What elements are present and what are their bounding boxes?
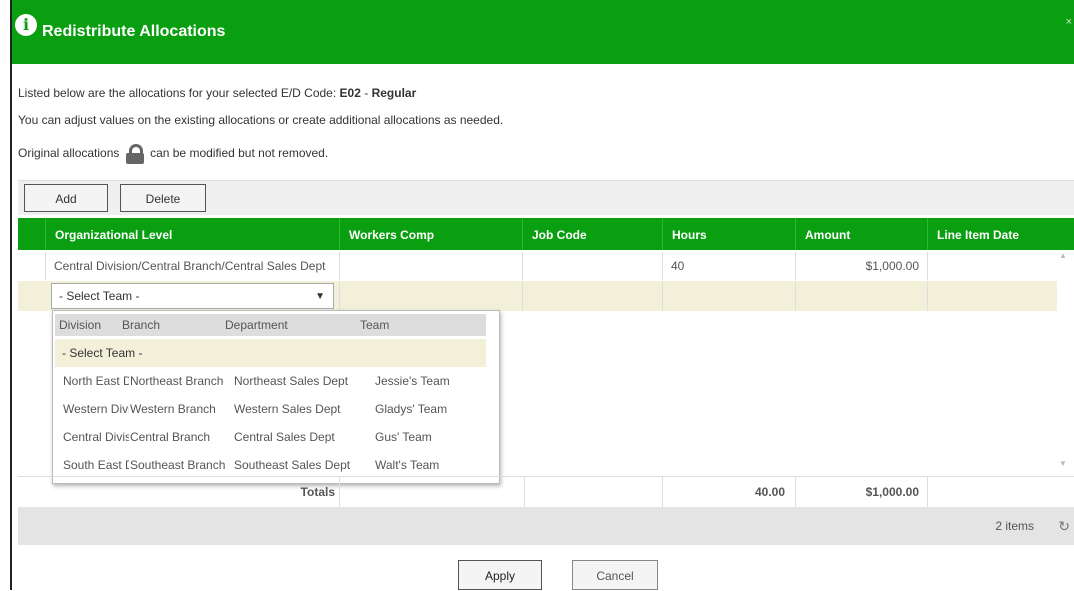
refresh-icon[interactable]: ↻ <box>1058 507 1070 545</box>
totals-hours: 40.00 <box>662 477 795 507</box>
header-branch: Branch <box>122 318 161 332</box>
dropdown-option[interactable]: - Select Team - <box>55 339 486 367</box>
option-department: Central Sales Dept <box>234 430 335 444</box>
line-item-date-cell[interactable] <box>927 252 1063 280</box>
allocation-message: Listed below are the allocations for you… <box>18 86 416 100</box>
table-row[interactable]: Central Division/Central Branch/Central … <box>18 252 1063 280</box>
job-code-cell[interactable] <box>522 252 662 280</box>
hours-cell[interactable] <box>662 281 795 311</box>
option-branch: Southeast Branch <box>130 458 226 472</box>
option-division: North East Division <box>63 374 129 388</box>
scroll-up-icon[interactable]: ▲ <box>1059 251 1067 260</box>
divider <box>339 477 340 507</box>
option-branch: Northeast Branch <box>130 374 224 388</box>
item-count: 2 items <box>995 519 1034 533</box>
scroll-down-icon[interactable]: ▼ <box>1059 459 1067 468</box>
header-team: Team <box>360 318 390 332</box>
note-prefix: Original allocations <box>18 146 120 161</box>
dropdown-option[interactable]: Central Division Central Branch Central … <box>55 423 486 451</box>
dropdown-option[interactable]: North East Division Northeast Branch Nor… <box>55 367 486 395</box>
column-workers-comp[interactable]: Workers Comp <box>339 218 522 250</box>
option-branch: Western Branch <box>130 402 216 416</box>
chevron-down-icon[interactable]: ▼ <box>315 285 325 309</box>
line-item-date-cell[interactable] <box>927 281 1063 311</box>
adjust-message: You can adjust values on the existing al… <box>18 113 504 127</box>
option-division: Central Division <box>63 430 129 444</box>
job-code-cell[interactable] <box>522 281 662 311</box>
column-hours[interactable]: Hours <box>662 218 795 250</box>
separator: - <box>364 86 369 100</box>
grid-scrollbar[interactable]: ▲ ▼ <box>1057 251 1068 475</box>
amount-cell[interactable] <box>795 281 927 311</box>
divider <box>524 477 525 507</box>
team-select-value: - Select Team - <box>59 289 140 303</box>
option-team: Jessie's Team <box>375 374 450 388</box>
option-placeholder: - Select Team - <box>62 346 143 360</box>
cancel-button[interactable]: Cancel <box>572 560 658 590</box>
message-text: Listed below are the allocations for you… <box>18 86 337 100</box>
grid-toolbar: Add Delete <box>18 180 1074 215</box>
close-icon[interactable]: × <box>1066 16 1072 28</box>
dialog-title: Redistribute Allocations <box>42 23 226 40</box>
totals-row: Totals 40.00 $1,000.00 <box>18 476 1074 507</box>
header-division: Division <box>59 318 102 332</box>
info-icon: i <box>15 14 37 36</box>
grid-pager: 2 items ↻ <box>18 507 1074 545</box>
apply-button[interactable]: Apply <box>458 560 542 590</box>
delete-button[interactable]: Delete <box>120 184 206 212</box>
column-organizational-level[interactable]: Organizational Level <box>45 218 339 250</box>
new-allocation-row[interactable]: - Select Team - ▼ <box>18 281 1063 311</box>
ed-code-name: Regular <box>371 86 417 100</box>
dialog-titlebar: i Redistribute Allocations × <box>12 0 1074 64</box>
ed-code: E02 <box>339 86 361 100</box>
option-division: South East Division <box>63 458 129 472</box>
dropdown-option[interactable]: South East Division Southeast Branch Sou… <box>55 451 486 479</box>
column-line-item-date[interactable]: Line Item Date <box>927 218 1061 250</box>
option-department: Southeast Sales Dept <box>234 458 351 472</box>
totals-label: Totals <box>300 485 335 499</box>
redistribute-allocations-dialog: i Redistribute Allocations × Listed belo… <box>10 0 1074 590</box>
option-branch: Central Branch <box>130 430 211 444</box>
original-allocations-note: Original allocations can be modified but… <box>18 144 328 164</box>
lock-icon <box>125 144 144 164</box>
hours-cell[interactable]: 40 <box>662 252 795 280</box>
workers-comp-cell[interactable] <box>339 252 522 280</box>
option-department: Northeast Sales Dept <box>234 374 349 388</box>
workers-comp-cell[interactable] <box>339 281 522 311</box>
option-team: Gus' Team <box>375 430 432 444</box>
totals-amount: $1,000.00 <box>795 477 927 507</box>
dropdown-option[interactable]: Western Division Western Branch Western … <box>55 395 486 423</box>
add-button[interactable]: Add <box>24 184 108 212</box>
option-department: Western Sales Dept <box>234 402 341 416</box>
grid-header: Organizational Level Workers Comp Job Co… <box>18 218 1074 250</box>
org-level-cell[interactable]: Central Division/Central Branch/Central … <box>45 252 339 280</box>
option-team: Gladys' Team <box>375 402 448 416</box>
note-suffix: can be modified but not removed. <box>150 146 329 161</box>
column-job-code[interactable]: Job Code <box>522 218 662 250</box>
team-dropdown: Division Branch Department Team - Select… <box>52 310 500 484</box>
team-select[interactable]: - Select Team - ▼ <box>51 283 334 309</box>
divider <box>927 477 928 507</box>
dropdown-header: Division Branch Department Team <box>55 314 486 336</box>
option-team: Walt's Team <box>375 458 440 472</box>
header-department: Department <box>225 318 288 332</box>
amount-cell[interactable]: $1,000.00 <box>795 252 927 280</box>
option-division: Western Division <box>63 402 129 416</box>
column-amount[interactable]: Amount <box>795 218 927 250</box>
